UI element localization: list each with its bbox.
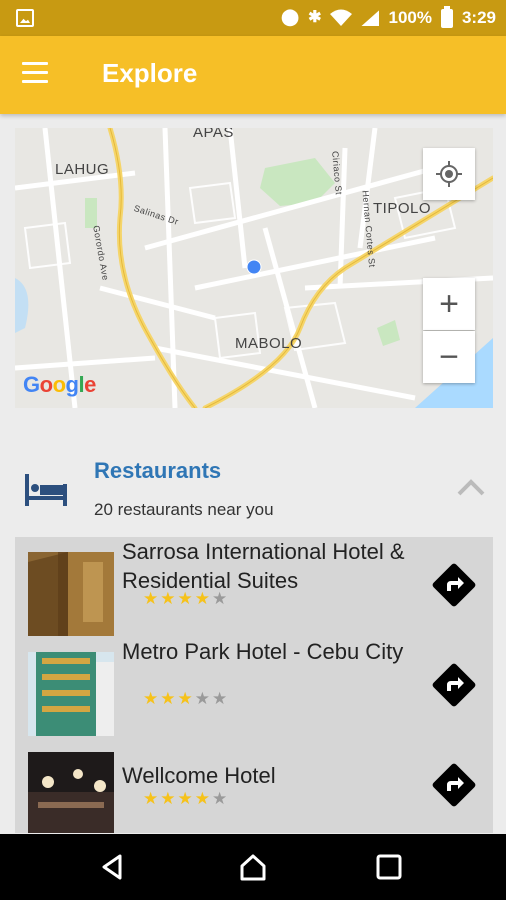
clock: 3:29 [461, 8, 496, 27]
restaurants-section-header[interactable]: Restaurants 20 restaurants near you [15, 440, 493, 535]
battery-icon [440, 5, 453, 28]
signal-icon [361, 10, 380, 26]
menu-icon[interactable] [22, 62, 58, 88]
place-name: Sarrosa International Hotel & Residentia… [122, 539, 405, 593]
directions-icon[interactable] [427, 558, 481, 612]
map-label-apas: APAS [193, 128, 234, 141]
rating-stars: ★★★★★ [143, 589, 230, 608]
list-item[interactable]: Metro Park Hotel - Cebu City ★★★★★ [15, 637, 493, 736]
section-subtitle: 20 restaurants near you [94, 500, 274, 519]
battery-percent: 100% [388, 8, 432, 27]
map-label-tipolo: TIPOLO [373, 200, 432, 217]
status-bar: ⬤ ✱ 100% 3:29 [0, 0, 506, 36]
image-icon [16, 9, 34, 27]
rating-stars: ★★★★★ [143, 789, 230, 808]
app-bar: Explore [0, 36, 506, 114]
home-icon[interactable] [238, 852, 268, 882]
google-logo: Google [23, 372, 96, 397]
directions-icon[interactable] [427, 758, 481, 812]
directions-icon[interactable] [427, 658, 481, 712]
wifi-icon [330, 9, 353, 26]
map-label-mabolo: MABOLO [235, 335, 303, 352]
back-icon[interactable] [98, 852, 128, 882]
place-thumbnail [28, 652, 114, 736]
zoom-out-button[interactable]: − [423, 331, 475, 383]
map-label-lahug: LAHUG [55, 161, 110, 178]
place-name: Metro Park Hotel - Cebu City [122, 639, 404, 664]
rating-stars: ★★★★★ [143, 689, 230, 708]
list-item[interactable]: Sarrosa International Hotel & Residentia… [15, 537, 493, 636]
page-title: Explore [102, 58, 198, 88]
place-name: Wellcome Hotel [122, 763, 276, 788]
bed-icon [25, 474, 67, 506]
recents-icon[interactable] [374, 852, 404, 882]
places-list: Sarrosa International Hotel & Residentia… [15, 537, 493, 833]
zoom-in-button[interactable]: + [423, 278, 475, 330]
bluetooth-icon: ✱ [308, 9, 322, 26]
chevron-up-icon[interactable] [457, 476, 485, 500]
section-title: Restaurants [94, 458, 222, 483]
my-location-button[interactable] [423, 148, 475, 200]
location-icon: ⬤ [281, 9, 300, 26]
place-thumbnail [28, 752, 114, 833]
crosshair-icon [436, 161, 462, 187]
system-nav-bar [0, 834, 506, 900]
place-thumbnail [28, 552, 114, 636]
status-icons: ⬤ ✱ 100% 3:29 [281, 5, 496, 30]
map-view[interactable]: APAS LAHUG TIPOLO MABOLO Salinas Dr Goro… [15, 128, 493, 408]
list-item[interactable]: Wellcome Hotel ★★★★★ [15, 737, 493, 833]
